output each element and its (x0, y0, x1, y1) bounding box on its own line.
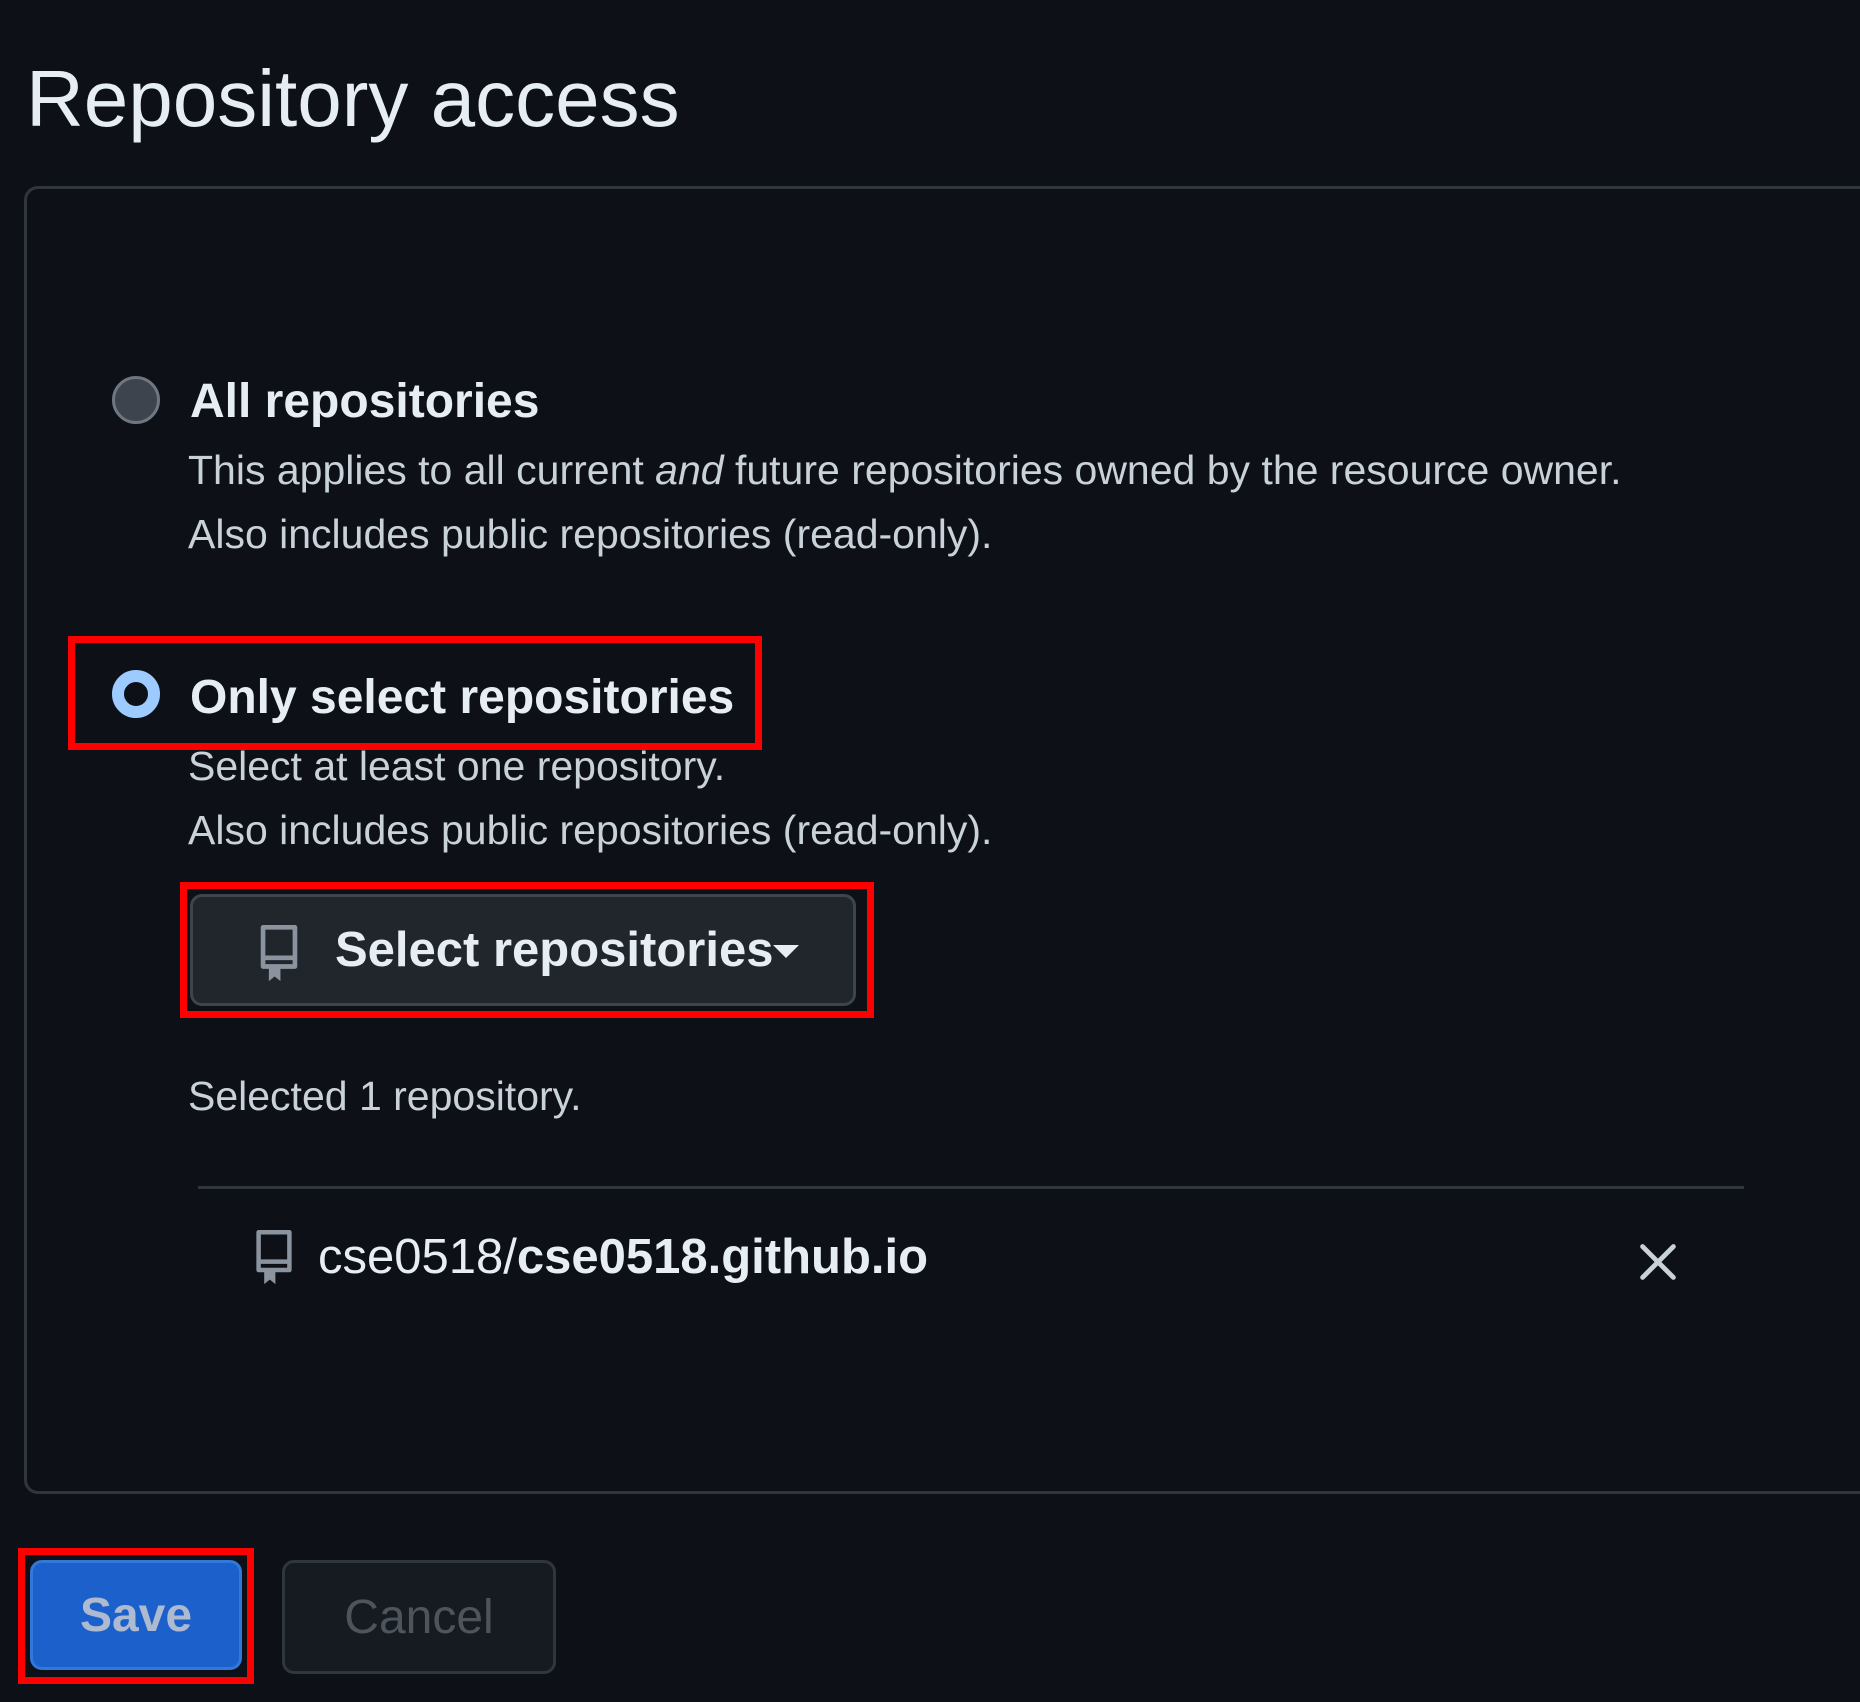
caret-down-icon (773, 945, 799, 958)
only-select-note: Also includes public repositories (read-… (188, 807, 993, 853)
save-button[interactable]: Save (30, 1560, 242, 1670)
page-title: Repository access (26, 54, 680, 143)
all-repositories-description-part: future repositories owned by the resourc… (723, 447, 1622, 493)
cancel-button[interactable]: Cancel (282, 1560, 556, 1674)
only-select-repositories-radio[interactable] (112, 670, 160, 718)
only-select-repositories-label[interactable]: Only select repositories (190, 668, 734, 728)
all-repositories-label[interactable]: All repositories (190, 372, 539, 432)
selected-count-text: Selected 1 repository. (188, 1073, 582, 1119)
all-repositories-description-part: This applies to all current (188, 447, 656, 493)
all-repositories-radio[interactable] (112, 376, 160, 424)
repo-icon (260, 925, 298, 981)
selected-repo-name: cse0518/cse0518.github.io (318, 1226, 928, 1288)
select-repositories-label: Select repositories (335, 923, 774, 977)
repo-name: cse0518.github.io (516, 1230, 929, 1284)
repo-icon (256, 1229, 292, 1284)
all-repositories-description: This applies to all current and future r… (188, 438, 1622, 502)
all-repositories-note: Also includes public repositories (read-… (188, 511, 993, 557)
all-repositories-description-emphasis: and (655, 447, 724, 493)
select-repositories-button[interactable]: Select repositories (190, 894, 856, 1006)
only-select-description: Select at least one repository. (188, 743, 726, 789)
close-icon[interactable] (1636, 1240, 1680, 1284)
divider (198, 1186, 1744, 1189)
repo-owner: cse0518/ (318, 1230, 517, 1284)
